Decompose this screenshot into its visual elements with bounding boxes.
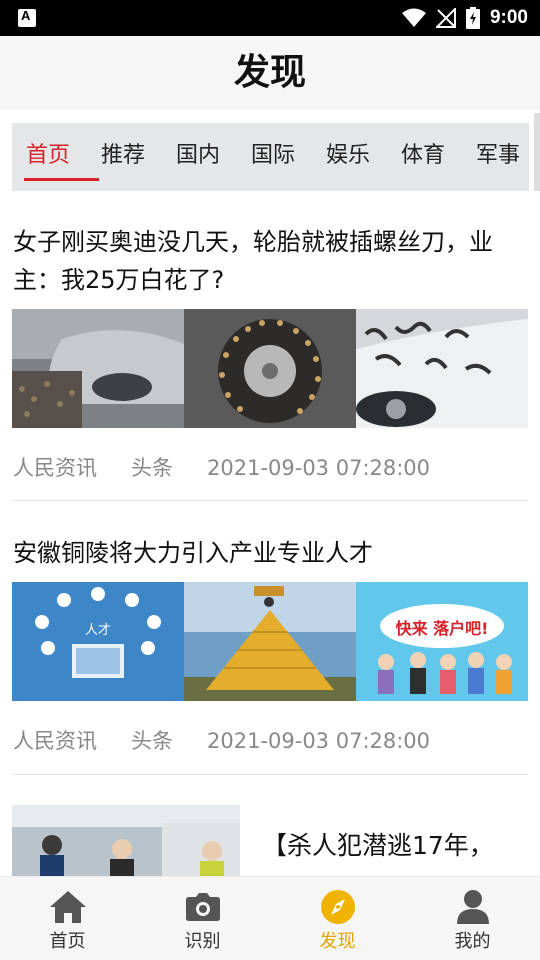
- wifi-icon: [401, 8, 426, 27]
- article-category: 头条: [131, 456, 173, 480]
- article-meta: 人民资讯 头条 2021-09-03 07:28:00: [13, 726, 464, 756]
- category-tabs[interactable]: 首页 推荐 国内 国际 娱乐 体育 军事: [12, 123, 529, 191]
- article-title[interactable]: 女子刚买奥迪没几天，轮胎就被插螺丝刀，业主：我25万白花了?: [13, 223, 528, 299]
- tab-sports[interactable]: 体育: [401, 123, 445, 191]
- nav-label: 我的: [454, 931, 491, 952]
- nav-label: 发现: [319, 931, 356, 952]
- tab-military[interactable]: 军事: [476, 123, 520, 191]
- status-bar: 9:00: [0, 0, 540, 36]
- nav-home[interactable]: 首页: [0, 877, 135, 960]
- clock: 9:00: [489, 7, 528, 28]
- nav-label: 识别: [184, 931, 221, 952]
- tab-recommend[interactable]: 推荐: [101, 123, 145, 191]
- article-source: 人民资讯: [13, 729, 97, 753]
- page-title: 发现: [233, 52, 306, 93]
- nav-recognize[interactable]: 识别: [135, 877, 270, 960]
- camera-icon: [185, 893, 220, 921]
- article-thumbnail: [12, 805, 240, 876]
- tab-scroll-indicator: [534, 113, 540, 191]
- article-image-row[interactable]: [12, 309, 529, 428]
- article-image: [356, 309, 528, 428]
- image-caption: 快来 落户吧!: [396, 619, 489, 638]
- article-category: 头条: [131, 729, 173, 753]
- app-header: 发现: [0, 36, 540, 110]
- article-meta: 人民资讯 头条 2021-09-03 07:28:00: [13, 453, 464, 483]
- home-icon: [49, 891, 86, 923]
- active-tab-indicator: [24, 178, 99, 181]
- nav-mine[interactable]: 我的: [405, 877, 540, 960]
- article-time: 2021-09-03 07:28:00: [207, 456, 431, 480]
- article-image-row[interactable]: 人才 快来 落户吧!: [12, 582, 529, 701]
- article-title[interactable]: 【杀人犯潜逃17年，: [262, 827, 528, 865]
- battery-icon: [465, 7, 480, 29]
- article-image: [184, 582, 356, 701]
- article-time: 2021-09-03 07:28:00: [207, 729, 431, 753]
- compass-icon: [320, 890, 355, 924]
- signal-off-icon: [435, 8, 456, 28]
- divider: [12, 500, 528, 501]
- person-icon: [456, 890, 489, 924]
- tab-entertainment[interactable]: 娱乐: [326, 123, 370, 191]
- news-feed[interactable]: 女子刚买奥迪没几天，轮胎就被插螺丝刀，业主：我25万白花了? 人民资讯 头条 2…: [0, 191, 540, 876]
- article-image: 人才: [12, 582, 184, 701]
- notification-icon: [18, 8, 36, 27]
- divider: [12, 774, 528, 775]
- tab-domestic[interactable]: 国内: [176, 123, 220, 191]
- nav-label: 首页: [49, 931, 86, 952]
- nav-discover[interactable]: 发现: [270, 877, 405, 960]
- article-title[interactable]: 安徽铜陵将大力引入产业专业人才: [13, 534, 528, 572]
- image-caption: 人才: [85, 623, 111, 638]
- article-source: 人民资讯: [13, 456, 97, 480]
- article-image: [12, 309, 184, 428]
- article-image: [184, 309, 356, 428]
- article-image: 快来 落户吧!: [356, 582, 528, 701]
- tab-international[interactable]: 国际: [251, 123, 295, 191]
- bottom-navigation: 首页 识别 发现 我的: [0, 876, 540, 960]
